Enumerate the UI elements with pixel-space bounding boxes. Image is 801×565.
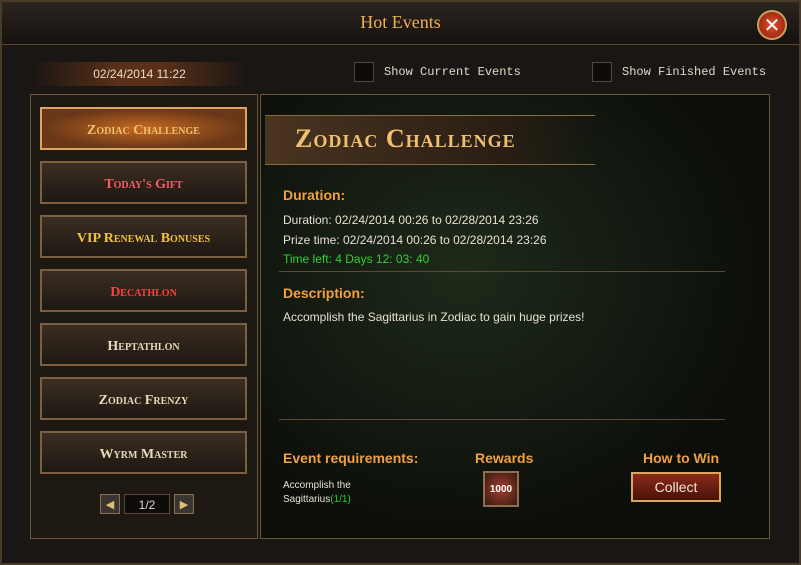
duration-line: Duration: 02/24/2014 00:26 to 02/28/2014… [283, 213, 539, 227]
sidebar-item-label: Decathlon [110, 285, 177, 300]
checkbox-box[interactable] [592, 62, 612, 82]
sidebar-item-vip-renewal[interactable]: VIP Renewal Bonuses [40, 215, 247, 258]
sidebar-item-label: Zodiac Frenzy [98, 393, 189, 408]
close-button[interactable]: ✕ [757, 10, 787, 40]
sidebar-item-zodiac-challenge[interactable]: Zodiac Challenge [40, 107, 247, 150]
prev-page-button[interactable]: ◀ [100, 494, 120, 514]
sidebar-item-wyrm-master[interactable]: Wyrm Master [40, 431, 247, 474]
sidebar-item-label: Wyrm Master [99, 447, 188, 462]
sidebar-item-label: Heptathlon [107, 339, 180, 354]
show-current-events-checkbox[interactable]: Show Current Events [354, 62, 521, 84]
requirement-progress: (1/1) [330, 494, 351, 505]
time-left: Time left: 4 Days 12: 03: 40 [283, 252, 430, 266]
description-text: Accomplish the Sagittarius in Zodiac to … [283, 310, 585, 324]
prize-time-line: Prize time: 02/24/2014 00:26 to 02/28/20… [283, 233, 547, 247]
duration-heading: Duration: [283, 187, 346, 203]
collect-button[interactable]: Collect [631, 472, 721, 502]
sidebar-item-label: Today's Gift [104, 177, 183, 192]
event-title: Zodiac Challenge [295, 124, 516, 153]
event-title-banner: Zodiac Challenge [265, 115, 595, 165]
event-detail-panel: Zodiac Challenge Duration: Duration: 02/… [260, 94, 770, 539]
window-title: Hot Events [360, 12, 441, 32]
divider [279, 271, 725, 272]
hot-events-window: Hot Events ✕ 02/24/2014 11:22 Show Curre… [0, 0, 801, 565]
reward-item-icon[interactable]: 1000 [483, 471, 519, 507]
next-page-button[interactable]: ▶ [174, 494, 194, 514]
rewards-heading: Rewards [475, 450, 534, 466]
sidebar-item-decathlon[interactable]: Decathlon [40, 269, 247, 312]
description-heading: Description: [283, 285, 365, 301]
checkbox-box[interactable] [354, 62, 374, 82]
show-finished-events-checkbox[interactable]: Show Finished Events [592, 62, 766, 84]
event-list-sidebar: Zodiac Challenge Today's Gift VIP Renewa… [30, 94, 258, 539]
sidebar-item-label: Zodiac Challenge [87, 123, 200, 138]
how-to-win-heading: How to Win [643, 450, 720, 466]
title-bar: Hot Events [2, 2, 799, 45]
sidebar-item-todays-gift[interactable]: Today's Gift [40, 161, 247, 204]
event-requirements-heading: Event requirements: [283, 450, 419, 466]
requirement-text: Accomplish the Sagittarius(1/1) [283, 479, 393, 507]
show-current-label: Show Current Events [384, 65, 521, 80]
page-indicator: 1/2 [124, 494, 170, 514]
sidebar-item-label: VIP Renewal Bonuses [76, 231, 211, 246]
sidebar-item-heptathlon[interactable]: Heptathlon [40, 323, 247, 366]
divider [279, 419, 725, 420]
show-finished-label: Show Finished Events [622, 65, 767, 80]
sidebar-item-zodiac-frenzy[interactable]: Zodiac Frenzy [40, 377, 247, 420]
current-datetime: 02/24/2014 11:22 [32, 62, 247, 86]
